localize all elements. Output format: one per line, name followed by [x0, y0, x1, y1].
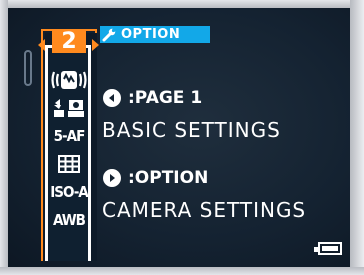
scene-mode-icon[interactable]	[51, 96, 87, 120]
option-header-label: OPTION	[121, 27, 181, 42]
screen-bezel-left	[0, 0, 8, 275]
dial-right-icon	[103, 169, 121, 187]
scroll-indicator	[24, 50, 32, 86]
option-key-row: :OPTION	[102, 168, 208, 188]
iso-icon[interactable]: ISO-A	[50, 180, 89, 204]
option-key-label: :OPTION	[128, 168, 209, 188]
grid-icon[interactable]	[58, 152, 80, 176]
screen-bezel-bottom	[0, 267, 364, 275]
arrow-left-icon[interactable]	[38, 39, 45, 51]
page-key-label: :PAGE 1	[128, 88, 203, 108]
camera-lcd-screen: 2 5-AF ISO-A AWB OPTION:PAGE 1 BASIC SE…	[0, 0, 364, 275]
page-description: BASIC SETTINGS	[102, 118, 281, 142]
white-balance-icon[interactable]: AWB	[53, 208, 86, 232]
image-stabilizer-icon[interactable]	[51, 68, 87, 92]
screen-bezel-right	[350, 0, 364, 275]
page-key-row: :PAGE 1	[102, 88, 202, 108]
dial-left-icon	[103, 89, 121, 107]
battery-full-icon	[314, 242, 342, 255]
page-number-tab[interactable]: 2	[52, 31, 86, 53]
menu-icon-list: 5-AF ISO-A AWB	[49, 68, 89, 236]
wrench-icon	[100, 26, 118, 43]
arrow-right-icon[interactable]	[92, 39, 99, 51]
screen-bezel-top	[0, 0, 364, 8]
option-description: CAMERA SETTINGS	[102, 198, 307, 222]
focus-mode-icon[interactable]: 5-AF	[54, 124, 86, 148]
option-header: OPTION	[100, 26, 210, 43]
